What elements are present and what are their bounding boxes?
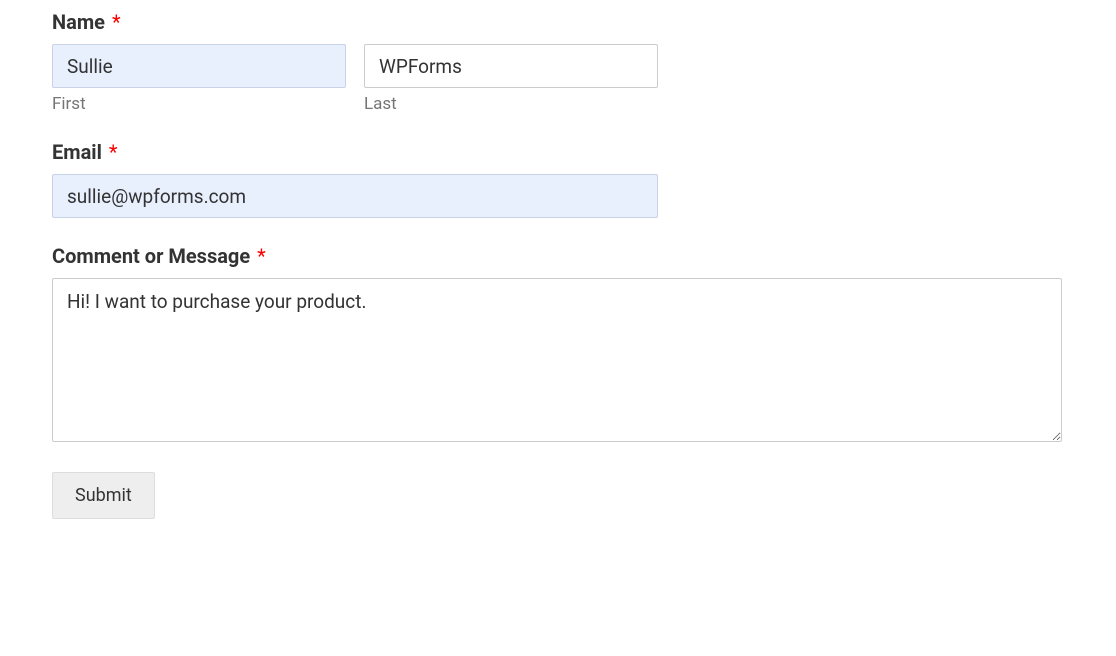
last-name-sublabel: Last	[364, 94, 658, 114]
email-input[interactable]	[52, 174, 658, 218]
name-pair: First Last	[52, 44, 1064, 114]
message-label: Comment or Message *	[52, 244, 1064, 268]
name-label: Name *	[52, 10, 1064, 34]
submit-button[interactable]: Submit	[52, 472, 155, 519]
last-name-column: Last	[364, 44, 658, 114]
name-field-block: Name * First Last	[52, 10, 1064, 114]
first-name-sublabel: First	[52, 94, 346, 114]
first-name-column: First	[52, 44, 346, 114]
first-name-input[interactable]	[52, 44, 346, 88]
contact-form: Name * First Last Email * Comment or Mes…	[52, 10, 1064, 519]
required-asterisk: *	[112, 10, 121, 34]
message-label-text: Comment or Message	[52, 244, 250, 268]
message-textarea[interactable]	[52, 278, 1062, 442]
required-asterisk: *	[109, 140, 118, 164]
email-label-text: Email	[52, 140, 102, 164]
email-field-block: Email *	[52, 140, 1064, 218]
name-label-text: Name	[52, 10, 105, 34]
required-asterisk: *	[257, 244, 266, 268]
email-label: Email *	[52, 140, 1064, 164]
message-field-block: Comment or Message *	[52, 244, 1064, 446]
last-name-input[interactable]	[364, 44, 658, 88]
